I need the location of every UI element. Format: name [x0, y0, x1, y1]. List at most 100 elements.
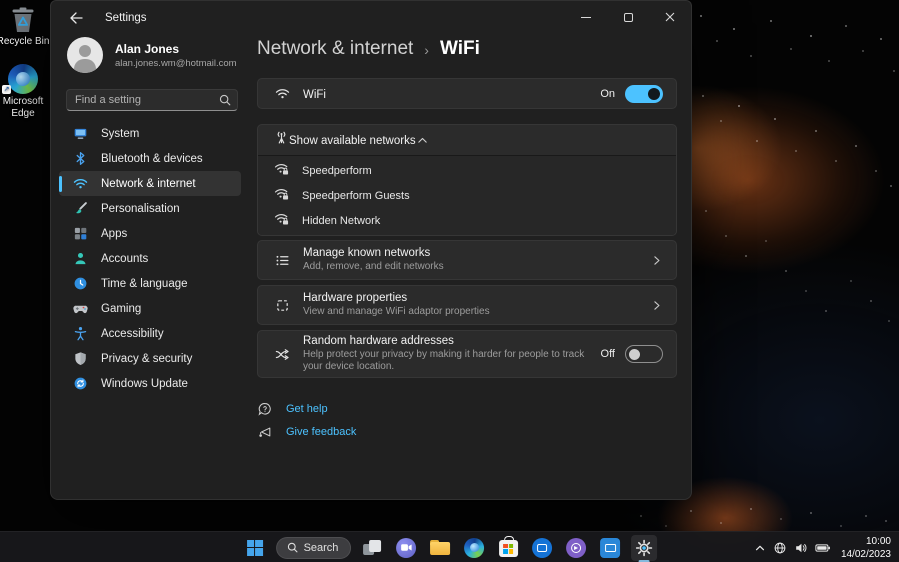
sidebar-nav: System Bluetooth & devices Network & int…: [59, 121, 241, 396]
pinned-app-button-3[interactable]: [597, 535, 623, 561]
file-explorer-button[interactable]: [427, 535, 453, 561]
sidebar-item-personalisation[interactable]: Personalisation: [59, 196, 241, 221]
sidebar-item-network-internet[interactable]: Network & internet: [59, 171, 241, 196]
wifi-label: WiFi: [303, 88, 326, 101]
sidebar-item-system[interactable]: System: [59, 121, 241, 146]
wifi-toggle[interactable]: [625, 84, 663, 103]
microsoft-store-icon: [498, 536, 518, 557]
edge-button[interactable]: [461, 535, 487, 561]
pinned-app-button-1[interactable]: [529, 535, 555, 561]
network-globe-icon[interactable]: [773, 541, 787, 555]
screen-share-app-icon: [600, 537, 621, 558]
settings-app-button[interactable]: [631, 534, 658, 562]
file-explorer-icon: [430, 540, 451, 555]
desktop-icon-recycle-bin[interactable]: Recycle Bin: [0, 5, 52, 48]
shuffle-icon: [274, 346, 290, 362]
expander-label: Show available networks: [289, 135, 416, 147]
give-feedback-link[interactable]: Give feedback: [257, 425, 677, 439]
shortcut-arrow-icon: ↗: [2, 85, 11, 94]
expander-header[interactable]: Show available networks: [258, 125, 676, 155]
window-title: Settings: [105, 12, 147, 24]
search-input[interactable]: [75, 94, 219, 106]
link-label: Get help: [286, 403, 328, 415]
hardware-properties-row[interactable]: Hardware properties View and manage WiFi…: [257, 285, 677, 325]
row-subtitle: Add, remove, and edit networks: [303, 260, 444, 272]
recycle-bin-icon: [0, 5, 52, 34]
wifi-secured-icon: [274, 161, 289, 181]
clock-icon: [72, 276, 88, 292]
chevron-right-icon: [650, 299, 663, 312]
user-profile[interactable]: Alan Jones alan.jones.wm@hotmail.com: [67, 37, 237, 73]
wifi-secured-icon: [274, 186, 289, 206]
sidebar-item-gaming[interactable]: Gaming: [59, 296, 241, 321]
sidebar-item-label: Apps: [101, 227, 128, 240]
main-content: Network & internet › WiFi WiFi On Show a…: [257, 1, 677, 448]
microsoft-store-button[interactable]: [495, 535, 521, 561]
task-view-icon: [363, 539, 382, 556]
wifi-secured-icon: [274, 211, 289, 231]
desktop-icon-microsoft-edge[interactable]: ↗ Microsoft Edge: [0, 64, 52, 119]
edge-icon: ↗: [0, 64, 52, 94]
networks-list: Speedperform Speedperform Guests Hidden …: [258, 155, 676, 235]
back-arrow-icon: [70, 12, 83, 24]
wifi-icon: [72, 176, 88, 192]
battery-icon[interactable]: [815, 542, 831, 554]
list-icon: [274, 252, 290, 268]
network-item[interactable]: Hidden Network: [258, 208, 676, 233]
sidebar-item-label: Accounts: [101, 252, 149, 265]
random-hardware-addresses-row: Random hardware addresses Help protect y…: [257, 330, 677, 378]
user-email: alan.jones.wm@hotmail.com: [115, 57, 237, 69]
taskbar-search-label: Search: [303, 541, 339, 554]
sidebar-item-label: System: [101, 127, 140, 140]
toggle-knob: [648, 87, 660, 100]
sidebar-item-privacy-security[interactable]: Privacy & security: [59, 346, 241, 371]
sidebar-item-label: Gaming: [101, 302, 142, 315]
toggle-knob: [629, 348, 640, 360]
clock-date: 14/02/2023: [840, 548, 891, 560]
row-subtitle: View and manage WiFi adaptor properties: [303, 305, 490, 317]
gamepad-icon: [72, 301, 88, 317]
back-button[interactable]: [61, 6, 91, 30]
network-name: Hidden Network: [302, 214, 381, 227]
network-name: Speedperform Guests: [302, 189, 410, 202]
taskbar: Search 10:00 14/02/2023: [0, 531, 899, 562]
sidebar-item-time-language[interactable]: Time & language: [59, 271, 241, 296]
avatar: [67, 37, 103, 73]
antenna-icon: [274, 130, 289, 150]
settings-window: Settings Alan Jones alan.jones.wm@hotmai…: [50, 0, 692, 500]
volume-icon[interactable]: [794, 541, 808, 555]
sidebar-item-accounts[interactable]: Accounts: [59, 246, 241, 271]
page-title: WiFi: [439, 38, 480, 59]
task-view-button[interactable]: [359, 535, 385, 561]
pinned-app-button-2[interactable]: [563, 535, 589, 561]
sidebar-item-bluetooth-devices[interactable]: Bluetooth & devices: [59, 146, 241, 171]
accounts-icon: [72, 251, 88, 267]
user-name: Alan Jones: [115, 41, 180, 56]
chat-button[interactable]: [393, 535, 419, 561]
row-subtitle: Help protect your privacy by making it h…: [303, 348, 585, 373]
available-networks-expander: Show available networks Speedperform Spe: [257, 124, 677, 236]
sidebar-item-accessibility[interactable]: Accessibility: [59, 321, 241, 346]
chip-icon: [274, 297, 290, 313]
manage-known-networks-row[interactable]: Manage known networks Add, remove, and e…: [257, 240, 677, 280]
chevron-up-icon[interactable]: [416, 134, 429, 147]
desktop-icon-label: Microsoft Edge: [2, 96, 44, 119]
tray-chevron-up-icon[interactable]: [754, 542, 766, 554]
start-button[interactable]: [242, 535, 268, 561]
sidebar-item-label: Privacy & security: [101, 352, 193, 365]
random-hardware-toggle[interactable]: [625, 345, 663, 363]
apps-icon: [72, 226, 88, 242]
purple-app-icon: [566, 537, 587, 558]
network-item[interactable]: Speedperform Guests: [258, 183, 676, 208]
breadcrumb-parent[interactable]: Network & internet: [257, 38, 413, 60]
windows-logo-icon: [246, 539, 263, 556]
taskbar-search[interactable]: Search: [275, 536, 352, 559]
settings-search[interactable]: [66, 89, 238, 111]
taskbar-clock[interactable]: 10:00 14/02/2023: [841, 535, 891, 561]
sidebar-item-windows-update[interactable]: Windows Update: [59, 371, 241, 396]
sidebar-item-apps[interactable]: Apps: [59, 221, 241, 246]
get-help-link[interactable]: Get help: [257, 402, 677, 416]
row-title: Manage known networks: [303, 246, 431, 259]
network-item[interactable]: Speedperform: [258, 158, 676, 183]
link-label: Give feedback: [286, 426, 357, 438]
